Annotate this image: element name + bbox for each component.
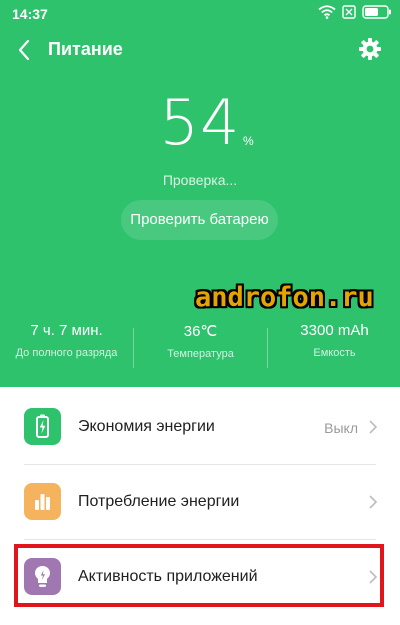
list-item-label: Экономия энергии bbox=[78, 418, 215, 435]
stat-value: 3300 mAh bbox=[300, 322, 369, 339]
chevron-left-icon bbox=[18, 39, 30, 61]
battery-percent: 54 % bbox=[0, 86, 400, 159]
battery-saver-icon bbox=[24, 408, 61, 445]
battery-status-text: Проверка... bbox=[162, 172, 238, 188]
highlight-frame bbox=[14, 544, 384, 607]
list-item-power-saving[interactable]: Экономия энергии Выкл bbox=[0, 390, 400, 464]
back-button[interactable] bbox=[10, 36, 40, 64]
settings-button[interactable] bbox=[358, 37, 382, 61]
list-item-power-usage[interactable]: Потребление энергии bbox=[0, 465, 400, 539]
stat-label: До полного разряда bbox=[15, 347, 118, 359]
site-watermark: androfon.ru bbox=[195, 282, 374, 313]
status-bar: 14:37 bbox=[0, 0, 400, 28]
battery-percent-unit: % bbox=[243, 134, 254, 148]
sim-off-icon bbox=[342, 5, 356, 19]
stat-remaining-time: 7 ч. 7 мин. До полного разряда bbox=[0, 322, 133, 359]
list-item-label: Потребление энергии bbox=[78, 493, 240, 510]
page-title: Питание bbox=[48, 39, 123, 59]
gear-icon bbox=[359, 38, 381, 60]
chevron-right-icon bbox=[369, 420, 378, 434]
status-icons bbox=[318, 5, 392, 19]
stat-label: Температура bbox=[167, 348, 234, 360]
battery-percent-value: 54 bbox=[159, 86, 241, 159]
battery-icon bbox=[362, 5, 391, 19]
app-bar: Питание bbox=[0, 28, 400, 72]
bar-chart-icon bbox=[24, 483, 61, 520]
stat-label: Емкость bbox=[313, 347, 356, 359]
check-battery-button[interactable]: Проверить батарею bbox=[121, 200, 278, 240]
stat-value: 7 ч. 7 мин. bbox=[30, 322, 103, 339]
stat-temperature: 36℃ Температура bbox=[134, 322, 267, 360]
chevron-right-icon bbox=[369, 495, 378, 509]
stat-value: 36℃ bbox=[183, 323, 218, 340]
battery-stats-overlay: 7 ч. 7 мин. До полного разряда 36℃ Темпе… bbox=[0, 322, 400, 372]
status-time: 14:37 bbox=[12, 6, 48, 22]
wifi-icon bbox=[318, 5, 336, 19]
stat-capacity: 3300 mAh Емкость bbox=[268, 322, 400, 359]
list-item-value: Выкл bbox=[324, 420, 358, 436]
header-panel: 14:37 Питание 54 % Проверка... Проверить… bbox=[0, 0, 400, 368]
